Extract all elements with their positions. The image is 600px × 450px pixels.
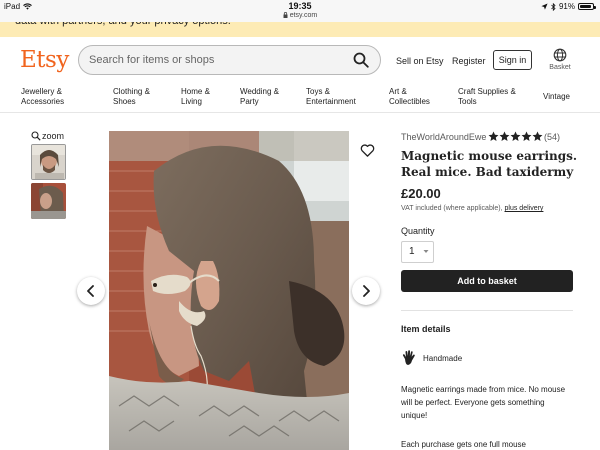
lock-icon (283, 12, 288, 18)
category-home[interactable]: Home & Living (181, 87, 210, 107)
category-label: Wedding & (240, 87, 279, 96)
address-url[interactable]: etsy.com (0, 11, 600, 21)
sign-in-button[interactable]: Sign in (493, 50, 532, 70)
star-icon (521, 131, 532, 141)
category-label: Home & (181, 87, 210, 96)
category-label: Living (181, 97, 202, 106)
etsy-logo[interactable]: Etsy (20, 47, 69, 73)
quantity-label: Quantity (401, 226, 435, 236)
magnifier-icon (31, 131, 41, 141)
favorite-heart-icon[interactable] (360, 143, 375, 158)
chevron-left-icon (87, 285, 94, 297)
category-label: Entertainment (306, 97, 356, 106)
product-main-image[interactable] (109, 131, 349, 450)
category-nav: Jewellery & Accessories Clothing & Shoes H… (0, 83, 600, 113)
battery-percent: 91% (558, 2, 575, 11)
category-label: Clothing & (113, 87, 150, 96)
url-text: etsy.com (289, 12, 318, 19)
previous-image-button[interactable] (77, 277, 105, 305)
vat-note: VAT included (where applicable), plus de… (401, 205, 543, 212)
thumbnail-2[interactable] (31, 183, 66, 219)
quantity-select[interactable]: 1 (401, 241, 434, 263)
hand-icon (402, 350, 415, 365)
category-toys[interactable]: Toys & Entertainment (306, 87, 356, 107)
sell-on-etsy-link[interactable]: Sell on Etsy (396, 56, 444, 66)
category-label: Tools (458, 97, 477, 106)
star-icon (510, 131, 521, 141)
battery-icon (578, 3, 596, 10)
search-input[interactable] (89, 52, 344, 68)
item-details-heading: Item details (401, 324, 451, 334)
status-bar: iPad 19:35 etsy.com 91% (0, 0, 600, 22)
register-link[interactable]: Register (452, 56, 486, 66)
chevron-down-icon (423, 250, 429, 253)
star-icon (488, 131, 499, 141)
star-rating[interactable] (488, 131, 543, 142)
search-icon[interactable] (353, 52, 369, 68)
thumbnail-face-image (32, 145, 65, 179)
thumbnail-1[interactable] (31, 144, 66, 180)
search-bar[interactable] (78, 45, 381, 75)
product-photo (109, 131, 349, 450)
chevron-right-icon (363, 285, 370, 297)
basket-button[interactable]: Basket (543, 48, 577, 71)
battery-level (580, 5, 591, 8)
category-wedding[interactable]: Wedding & Party (240, 87, 279, 107)
shop-name-link[interactable]: TheWorldAroundEwe (401, 132, 486, 142)
category-label: Art & (389, 87, 407, 96)
add-to-basket-button[interactable]: Add to basket (401, 270, 573, 292)
category-art[interactable]: Art & Collectibles (389, 87, 430, 107)
category-vintage[interactable]: Vintage (543, 92, 570, 102)
star-icon (499, 131, 510, 141)
site-header: Etsy Sell on Etsy Register Sign in Baske… (0, 37, 600, 83)
zoom-label: zoom (42, 131, 65, 141)
handmade-label: Handmade (423, 354, 463, 363)
product-title: Magnetic mouse earrings. Real mice. Bad … (401, 149, 578, 179)
basket-label: Basket (549, 64, 571, 71)
category-label: Shoes (113, 97, 136, 106)
bluetooth-icon (551, 2, 556, 11)
status-right: 91% (541, 2, 596, 11)
clock: 19:35 (288, 1, 312, 11)
star-icon (532, 131, 543, 141)
category-label: Party (240, 97, 259, 106)
category-craft[interactable]: Craft Supplies & Tools (458, 87, 516, 107)
category-jewellery[interactable]: Jewellery & Accessories (21, 87, 64, 107)
vat-text: VAT included (where applicable), (401, 205, 503, 212)
product-description: Magnetic earrings made from mice. No mou… (401, 385, 566, 420)
quantity-value: 1 (409, 246, 415, 257)
category-label: Accessories (21, 97, 65, 106)
location-arrow-icon (541, 3, 548, 10)
product-price: £20.00 (401, 186, 441, 201)
delivery-link[interactable]: plus delivery (505, 205, 544, 212)
product-description-more: Each purchase gets one full mouse (401, 440, 526, 449)
next-image-button[interactable] (352, 277, 380, 305)
category-label: Toys & (306, 87, 331, 96)
category-label: Jewellery & (21, 87, 62, 96)
globe-icon (553, 48, 567, 62)
zoom-button[interactable]: zoom (31, 131, 64, 141)
status-center: 19:35 etsy.com (0, 1, 600, 21)
category-clothing[interactable]: Clothing & Shoes (113, 87, 150, 107)
category-label: Craft Supplies & (458, 87, 516, 96)
category-label: Vintage (543, 92, 570, 101)
divider (401, 310, 573, 311)
thumbnail-side-image (31, 183, 66, 219)
category-label: Collectibles (389, 97, 430, 106)
review-count[interactable]: (54) (544, 132, 560, 142)
